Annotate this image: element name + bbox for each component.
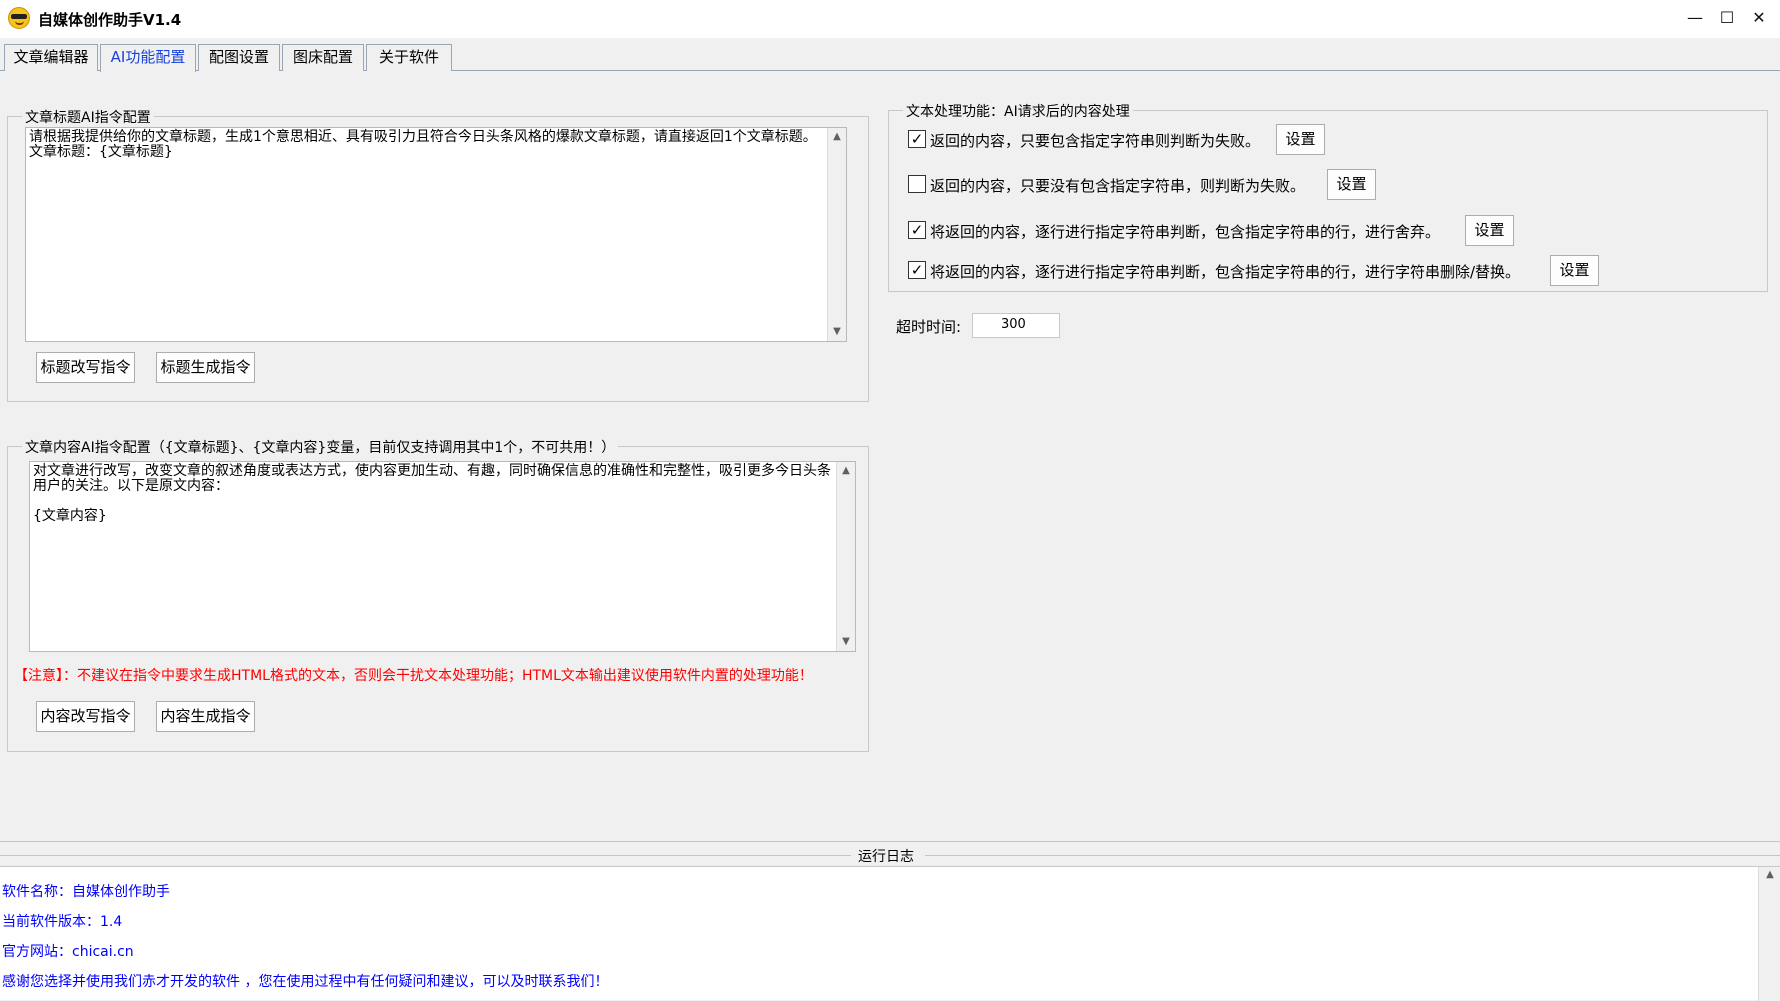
title-prompt-scrollbar[interactable]: ▲ ▼ bbox=[827, 128, 846, 341]
tab-about[interactable]: 关于软件 bbox=[366, 44, 452, 71]
option-4-settings-button[interactable]: 设置 bbox=[1550, 255, 1599, 286]
log-line: 软件名称：自媒体创作助手 bbox=[2, 884, 170, 900]
log-line: 当前软件版本：1.4 bbox=[2, 914, 123, 930]
content-prompt-textarea[interactable]: 对文章进行改写，改变文章的叙述角度或表达方式，使内容更加生动、有趣，同时确保信息… bbox=[29, 461, 856, 652]
title-prompt-text: 请根据我提供给你的文章标题，生成1个意思相近、具有吸引力且符合今日头条风格的爆款… bbox=[29, 129, 817, 160]
content-prompt-text: 对文章进行改写，改变文章的叙述角度或表达方式，使内容更加生动、有趣，同时确保信息… bbox=[33, 463, 831, 524]
timeout-input[interactable]: 300 bbox=[972, 313, 1060, 338]
content-rewrite-button[interactable]: 内容改写指令 bbox=[36, 701, 135, 732]
option-4-label: 将返回的内容，逐行进行指定字符串判断，包含指定字符串的行，进行字符串删除/替换。 bbox=[930, 263, 1521, 281]
option-2-settings-button[interactable]: 设置 bbox=[1327, 169, 1376, 200]
text-processing-group-title: 文本处理功能：AI请求后的内容处理 bbox=[903, 101, 1133, 121]
tab-bar: 文章编辑器 AI功能配置 配图设置 图床配置 关于软件 bbox=[0, 44, 1780, 72]
tab-ai-config[interactable]: AI功能配置 bbox=[100, 44, 196, 72]
log-line: 官方网站：chicai.cn bbox=[2, 944, 134, 960]
tab-image-settings[interactable]: 配图设置 bbox=[198, 44, 280, 71]
log-title-line-left bbox=[0, 855, 851, 856]
minimize-icon[interactable]: — bbox=[1681, 4, 1709, 32]
maximize-icon[interactable]: ☐ bbox=[1713, 4, 1741, 32]
title-prompt-group-title: 文章标题AI指令配置 bbox=[22, 107, 154, 127]
content-prompt-group-title: 文章内容AI指令配置（{文章标题}、{文章内容}变量，目前仅支持调用其中1个，不… bbox=[22, 437, 619, 457]
option-1-settings-button[interactable]: 设置 bbox=[1276, 124, 1325, 155]
title-rewrite-button[interactable]: 标题改写指令 bbox=[36, 352, 135, 383]
window-title: 自媒体创作助手V1.4 bbox=[38, 11, 182, 29]
tab-article-editor[interactable]: 文章编辑器 bbox=[4, 44, 98, 71]
content-generate-button[interactable]: 内容生成指令 bbox=[156, 701, 255, 732]
option-3-checkbox[interactable]: ✓ bbox=[908, 221, 926, 239]
tab-image-host-config[interactable]: 图床配置 bbox=[282, 44, 364, 71]
html-warning-text: 【注意】：不建议在指令中要求生成HTML格式的文本，否则会干扰文本处理功能；HT… bbox=[14, 668, 813, 684]
scroll-up-icon[interactable]: ▲ bbox=[1759, 869, 1780, 880]
title-prompt-textarea[interactable]: 请根据我提供给你的文章标题，生成1个意思相近、具有吸引力且符合今日头条风格的爆款… bbox=[25, 127, 847, 342]
log-divider bbox=[0, 841, 1780, 842]
option-3-settings-button[interactable]: 设置 bbox=[1465, 215, 1514, 246]
content-prompt-group: 文章内容AI指令配置（{文章标题}、{文章内容}变量，目前仅支持调用其中1个，不… bbox=[7, 437, 869, 752]
option-1-label: 返回的内容，只要包含指定字符串则判断为失败。 bbox=[930, 132, 1261, 150]
log-output[interactable]: 软件名称：自媒体创作助手 当前软件版本：1.4 官方网站：chicai.cn 感… bbox=[0, 866, 1780, 1001]
option-2-label: 返回的内容，只要没有包含指定字符串，则判断为失败。 bbox=[930, 177, 1306, 195]
scroll-up-icon[interactable]: ▲ bbox=[828, 128, 846, 146]
title-prompt-group: 文章标题AI指令配置 请根据我提供给你的文章标题，生成1个意思相近、具有吸引力且… bbox=[7, 107, 869, 402]
scroll-up-icon[interactable]: ▲ bbox=[837, 462, 855, 480]
option-2-checkbox[interactable] bbox=[908, 175, 926, 193]
title-bar: 自媒体创作助手V1.4 — ☐ ✕ bbox=[0, 0, 1780, 38]
log-title: 运行日志 bbox=[856, 846, 916, 866]
option-1-checkbox[interactable]: ✓ bbox=[908, 130, 926, 148]
scroll-down-icon[interactable]: ▼ bbox=[828, 323, 846, 341]
content-prompt-scrollbar[interactable]: ▲ ▼ bbox=[836, 462, 855, 651]
option-3-label: 将返回的内容，逐行进行指定字符串判断，包含指定字符串的行，进行舍弃。 bbox=[930, 223, 1441, 241]
log-title-line-right bbox=[925, 855, 1780, 856]
app-logo-icon bbox=[8, 7, 30, 29]
close-icon[interactable]: ✕ bbox=[1745, 4, 1773, 32]
title-generate-button[interactable]: 标题生成指令 bbox=[156, 352, 255, 383]
scroll-down-icon[interactable]: ▼ bbox=[837, 633, 855, 651]
log-line: 感谢您选择并使用我们赤才开发的软件 ，您在使用过程中有任何疑问和建议，可以及时联… bbox=[2, 974, 609, 990]
option-4-checkbox[interactable]: ✓ bbox=[908, 261, 926, 279]
timeout-label: 超时时间: bbox=[896, 318, 962, 336]
log-scrollbar[interactable]: ▲ bbox=[1758, 867, 1780, 1001]
